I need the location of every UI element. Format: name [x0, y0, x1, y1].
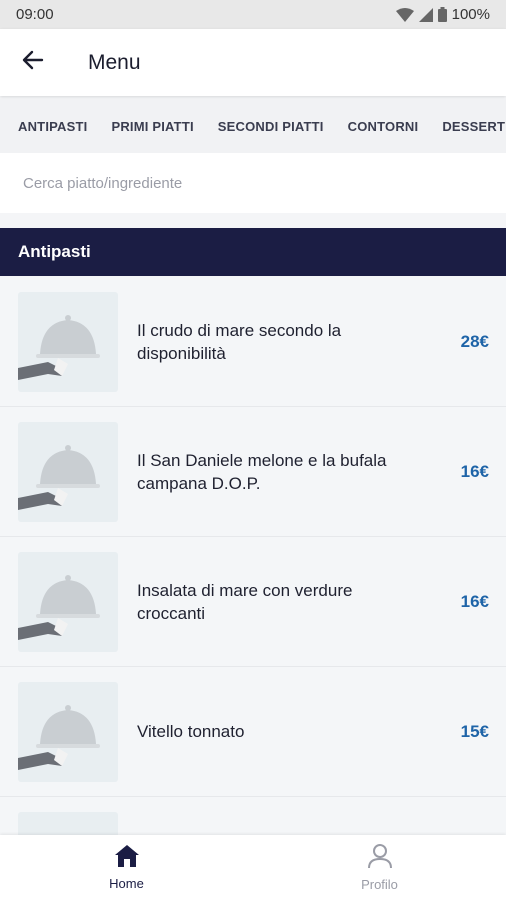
list-item[interactable]: Il crudo di mare secondo la disponibilit…	[0, 277, 506, 407]
nav-home-label: Home	[109, 876, 144, 891]
arrow-left-icon	[22, 49, 44, 76]
cloche-icon	[18, 704, 100, 770]
dish-name: Il San Daniele melone e la bufala campan…	[137, 450, 387, 493]
section-title: Antipasti	[18, 242, 91, 261]
cloche-icon	[18, 314, 100, 380]
nav-home[interactable]: Home	[0, 835, 253, 900]
status-bar: 09:00 100%	[0, 0, 506, 29]
search-input[interactable]	[23, 174, 483, 192]
home-icon	[114, 844, 140, 873]
dish-placeholder-image	[18, 681, 118, 782]
dish-price: 16€	[460, 461, 489, 481]
tab-secondi-piatti[interactable]: SECONDI PIATTI	[218, 119, 324, 134]
nav-profile-label: Profilo	[361, 877, 398, 892]
list-item[interactable]: Il San Daniele melone e la bufala campan…	[0, 407, 506, 537]
dish-name: Insalata di mare con verdure croccanti	[137, 580, 353, 623]
category-tabs: ANTIPASTI PRIMI PIATTI SECONDI PIATTI CO…	[0, 99, 506, 153]
cloche-icon	[66, 834, 70, 835]
battery-icon	[437, 7, 447, 22]
list-item[interactable]	[0, 797, 506, 835]
person-icon	[367, 843, 393, 874]
status-time: 09:00	[16, 6, 54, 23]
signal-icon	[418, 7, 433, 22]
cloche-icon	[18, 444, 100, 510]
section-header: Antipasti	[0, 228, 506, 276]
battery-percent: 100%	[451, 6, 490, 23]
dish-placeholder-image	[18, 421, 118, 522]
tab-primi-piatti[interactable]: PRIMI PIATTI	[111, 119, 193, 134]
status-icons: 100%	[395, 6, 490, 23]
dish-price: 16€	[460, 591, 489, 611]
dish-price: 28€	[460, 331, 489, 351]
nav-profile[interactable]: Profilo	[253, 835, 506, 900]
tab-dessert[interactable]: DESSERT	[442, 119, 505, 134]
back-button[interactable]	[3, 33, 63, 93]
dish-placeholder-image	[18, 811, 118, 835]
cloche-icon	[18, 574, 100, 640]
list-item[interactable]: Vitello tonnato 15€	[0, 667, 506, 797]
dish-placeholder-image	[18, 551, 118, 652]
bottom-navigation: Home Profilo	[0, 835, 506, 900]
list-item[interactable]: Insalata di mare con verdure croccanti 1…	[0, 537, 506, 667]
dish-price: 15€	[460, 721, 489, 741]
dish-name: Il crudo di mare secondo la disponibilit…	[137, 320, 342, 363]
dish-placeholder-image	[18, 291, 118, 392]
app-bar: Menu	[0, 29, 506, 96]
dish-list: Il crudo di mare secondo la disponibilit…	[0, 277, 506, 835]
tab-contorni[interactable]: CONTORNI	[348, 119, 419, 134]
search-bar	[0, 153, 506, 213]
wifi-icon	[395, 7, 414, 22]
dish-name: Vitello tonnato	[137, 722, 245, 741]
tab-antipasti[interactable]: ANTIPASTI	[18, 119, 87, 134]
page-title: Menu	[88, 50, 141, 74]
